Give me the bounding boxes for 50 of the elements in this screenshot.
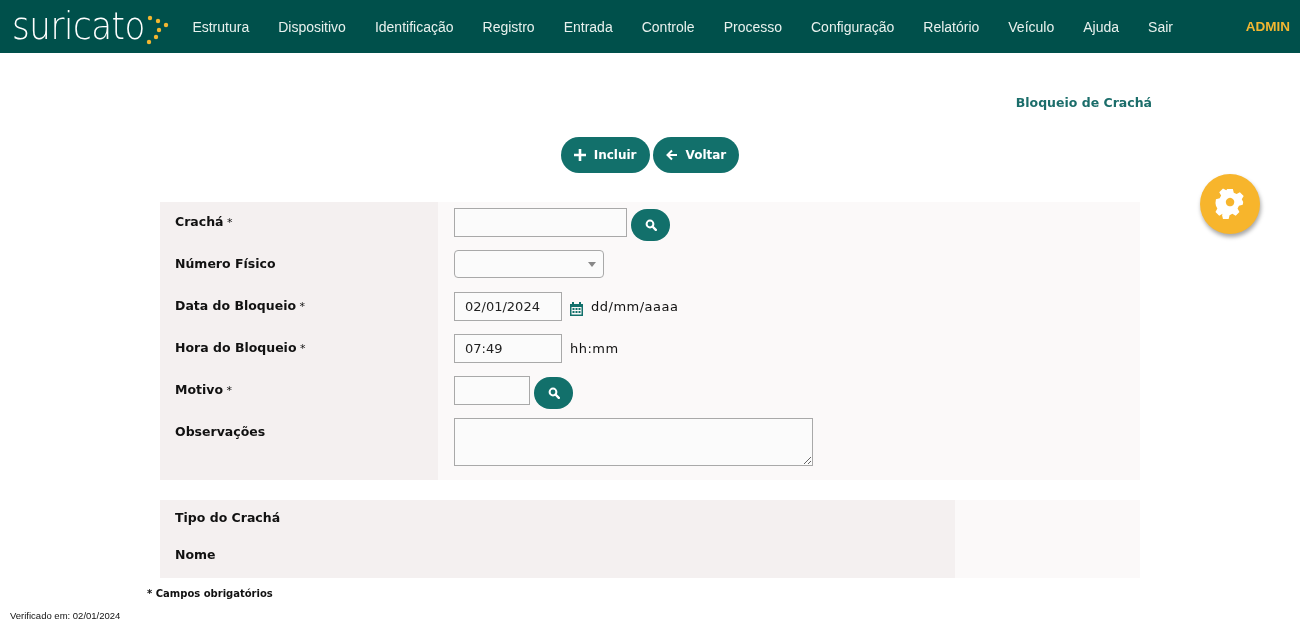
search-icon xyxy=(547,387,560,399)
menu-item[interactable]: Registro xyxy=(482,18,535,35)
menu-item[interactable]: Estrutura xyxy=(192,18,250,35)
field-label: Número Físico xyxy=(174,255,277,273)
reason-input[interactable] xyxy=(454,376,530,405)
badge-input[interactable] xyxy=(454,208,627,237)
menu-item[interactable]: Sair xyxy=(1148,18,1173,35)
required-mark: * xyxy=(226,216,233,229)
info-label: Nome xyxy=(174,546,217,564)
field-label: Crachá xyxy=(175,214,224,229)
calendar-icon[interactable] xyxy=(570,302,583,316)
field-label: Hora do Bloqueio xyxy=(175,340,297,355)
menu-item[interactable]: Configuração xyxy=(811,18,895,35)
verification-date: Verificado em: 02/01/2024 xyxy=(10,610,122,621)
field-label: Observações xyxy=(174,423,267,441)
select-dropdown[interactable] xyxy=(454,250,604,278)
format-hint: hh:mm xyxy=(570,341,619,356)
time-input[interactable]: 07:49 xyxy=(454,334,562,363)
field-label: Data do Bloqueio xyxy=(175,298,297,313)
search-button[interactable] xyxy=(631,209,670,241)
back-button[interactable]: Voltar xyxy=(652,137,740,173)
logo-dots-icon xyxy=(146,15,171,45)
caret-icon xyxy=(588,262,596,267)
required-mark: * xyxy=(225,384,233,397)
menu-item[interactable]: Ajuda xyxy=(1083,18,1120,35)
menu-item[interactable]: Relatório xyxy=(923,18,980,35)
settings-button[interactable] xyxy=(1200,174,1260,234)
required-mark: * xyxy=(298,342,306,355)
arrow-left-icon xyxy=(665,149,678,161)
menu-item[interactable]: Entrada xyxy=(563,18,613,35)
search-icon xyxy=(644,219,657,231)
menu-item[interactable]: Dispositivo xyxy=(278,18,346,35)
menu-item[interactable]: Veículo xyxy=(1008,18,1055,35)
user-name[interactable]: ADMIN xyxy=(1245,19,1290,34)
field-label: Motivo xyxy=(175,382,224,397)
settings-icon xyxy=(1214,188,1246,220)
info-label: Tipo do Crachá xyxy=(174,509,282,527)
menu-item[interactable]: Controle xyxy=(641,18,695,35)
page-title: Bloqueio de Crachá xyxy=(1015,95,1152,112)
format-hint: dd/mm/aaaa xyxy=(591,299,679,314)
add-button[interactable]: Incluir xyxy=(560,137,650,173)
required-fields-note: * Campos obrigatórios xyxy=(147,588,274,599)
menu-item[interactable]: Identificação xyxy=(374,18,454,35)
date-input[interactable]: 02/01/2024 xyxy=(454,292,562,321)
required-mark: * xyxy=(298,300,306,313)
notes-textarea[interactable] xyxy=(454,418,813,466)
plus-icon xyxy=(573,149,586,161)
logo-text[interactable]: suricato xyxy=(12,8,145,45)
menu-item[interactable]: Processo xyxy=(723,18,782,35)
search-button[interactable] xyxy=(534,377,573,409)
